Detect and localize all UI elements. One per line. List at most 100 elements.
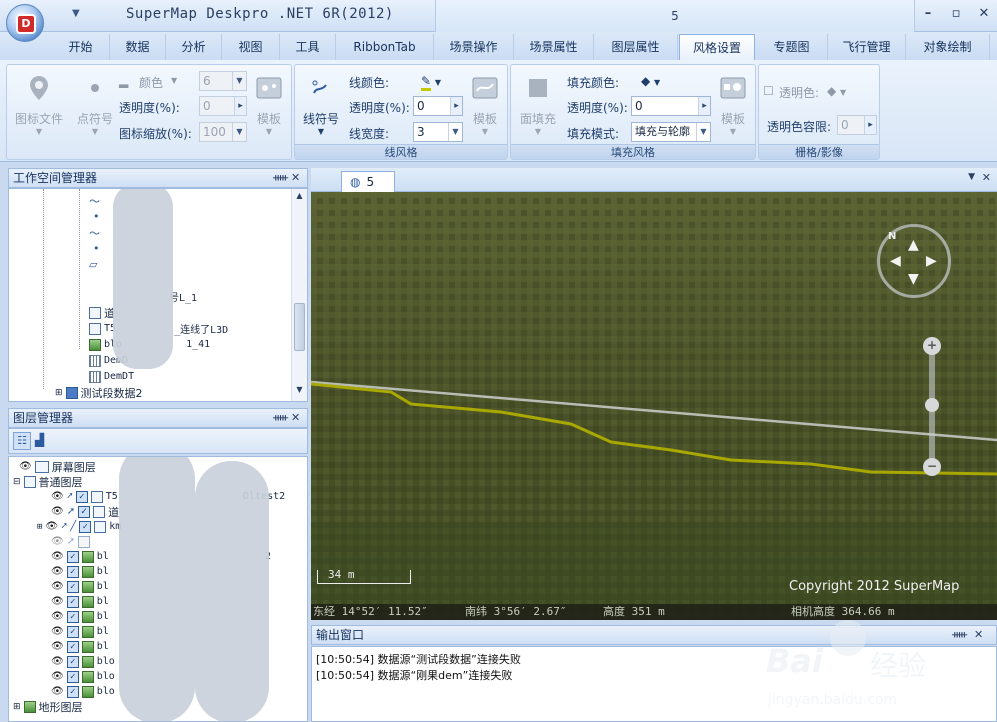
- layer-row[interactable]: 👁 ✓ bl: [51, 624, 109, 639]
- collapse-icon[interactable]: ⊟: [13, 477, 21, 487]
- layer-row[interactable]: 👁 ✓ bl: [51, 549, 109, 564]
- layer-row[interactable]: ⊞ 👁 ➚ ╱ ✓ km: [37, 519, 121, 534]
- surface-fill-button[interactable]: 面填充 ▼: [513, 69, 563, 141]
- tree-point-dataset[interactable]: •: [93, 241, 100, 256]
- layer-chart-icon[interactable]: ▟: [35, 433, 44, 447]
- color-picker-icon[interactable]: ▂: [119, 74, 128, 88]
- layer-tree-view-icon[interactable]: ☷: [13, 432, 31, 450]
- restore-button[interactable]: ▫: [949, 6, 963, 21]
- close-icon[interactable]: ✕: [291, 409, 300, 427]
- scroll-up-icon[interactable]: ▲: [292, 191, 307, 205]
- pin-icon[interactable]: ᚔ: [273, 169, 288, 187]
- layer-item-screen[interactable]: 👁 屏幕图层: [19, 459, 96, 474]
- point-symbol-button[interactable]: 点符号 ▼: [67, 69, 123, 141]
- tab-ribbontab[interactable]: RibbonTab: [336, 34, 434, 60]
- workspace-scrollbar[interactable]: ▲ ▼: [291, 189, 307, 401]
- tab-scene-ops[interactable]: 场景操作: [434, 34, 514, 60]
- tab-object-draw[interactable]: 对象绘制: [906, 34, 990, 60]
- log-line: [10:50:54] 数据源“刚果dem”连接失败: [316, 669, 513, 682]
- tab-layer-props[interactable]: 图层属性: [594, 34, 678, 60]
- template-icon: [256, 77, 282, 99]
- scene-tab[interactable]: ◍ 5: [341, 171, 395, 192]
- fill-template-button[interactable]: 模板 ▼: [711, 69, 755, 141]
- scene-viewport[interactable]: N ▲ ▼ ◀ ▶ + − 34 m Copyright 2012 SuperM…: [311, 192, 997, 620]
- layer-item-terrain[interactable]: ⊞ 地形图层: [13, 699, 83, 714]
- point-size-combo[interactable]: 6 ▼: [199, 71, 247, 91]
- tab-list-dropdown-icon[interactable]: ▼: [968, 172, 975, 182]
- scroll-down-icon[interactable]: ▼: [292, 385, 307, 399]
- icon-scale-combo[interactable]: 100 ▼: [199, 122, 247, 142]
- layer-row[interactable]: 👁 ✓ bl: [51, 609, 109, 624]
- layer-row[interactable]: 👁 ✓ bl: [51, 594, 109, 609]
- transparent-color-checkbox[interactable]: ☐: [763, 84, 774, 98]
- line-transparency-label: 透明度(%):: [349, 101, 410, 115]
- tab-flight[interactable]: 飞行管理: [828, 34, 906, 60]
- expand-icon[interactable]: ⊞: [13, 702, 21, 712]
- tab-scene-props[interactable]: 场景属性: [514, 34, 594, 60]
- tree-item-datasource[interactable]: ⊞ 测试段数据2: [55, 385, 143, 400]
- pin-icon[interactable]: ᚔ: [273, 409, 288, 427]
- tab-data[interactable]: 数据: [110, 34, 166, 60]
- layer-row[interactable]: 👁 ✓ blo: [51, 654, 115, 669]
- line-symbol-button[interactable]: 线符号 ▼: [297, 69, 345, 141]
- point-transparency-label: 透明度(%):: [119, 101, 180, 115]
- layer-row[interactable]: 👁 ✓ bl: [51, 579, 109, 594]
- tab-view[interactable]: 视图: [222, 34, 280, 60]
- zoom-out-button[interactable]: −: [923, 458, 941, 476]
- fill-mode-combo[interactable]: 填充与轮廓 ▼: [631, 122, 711, 142]
- fill-color-picker-icon[interactable]: ◆ ▼: [641, 74, 660, 88]
- zoom-slider-thumb[interactable]: [925, 398, 939, 412]
- tree-region-dataset[interactable]: ▱: [89, 257, 97, 272]
- scroll-thumb[interactable]: [294, 303, 305, 351]
- layer-row[interactable]: 👁 ✓ blo: [51, 669, 115, 684]
- close-button[interactable]: ✕: [977, 6, 991, 21]
- line-width-combo[interactable]: 3 ▼: [413, 122, 463, 142]
- layer-row[interactable]: 👁 ✓ bl: [51, 564, 109, 579]
- tab-thematic-map[interactable]: 专题图: [756, 34, 828, 60]
- pan-up-icon[interactable]: ▲: [908, 237, 919, 253]
- tab-analysis[interactable]: 分析: [166, 34, 222, 60]
- layer-panel-title: 图层管理器: [13, 411, 74, 425]
- tree-item[interactable]: 道: [89, 305, 115, 320]
- expand-icon[interactable]: ⊞: [37, 522, 42, 532]
- layer-row[interactable]: 👁 ➚ ✓ T5: [51, 489, 118, 504]
- layer-row[interactable]: 👁 ✓ bl: [51, 639, 109, 654]
- line-template-button[interactable]: 模板 ▼: [463, 69, 507, 141]
- point-template-button[interactable]: 模板 ▼: [247, 69, 291, 141]
- zoom-in-button[interactable]: +: [923, 337, 941, 355]
- tree-line-dataset[interactable]: 〜: [89, 193, 100, 208]
- close-icon[interactable]: ✕: [291, 169, 300, 187]
- visibility-eye-icon[interactable]: 👁: [19, 461, 32, 472]
- raster-group: ☐ 透明色: ◆ ▼ 透明色容限: 0 ▸ 栅格/影像: [758, 64, 880, 160]
- layer-checkbox[interactable]: ✓: [75, 490, 88, 503]
- tab-style-settings[interactable]: 风格设置: [679, 34, 755, 61]
- icon-file-button[interactable]: 图标文件 ▼: [11, 69, 67, 141]
- tree-point-dataset[interactable]: •: [93, 209, 100, 224]
- pan-down-icon[interactable]: ▼: [908, 271, 919, 287]
- pan-left-icon[interactable]: ◀: [890, 253, 901, 269]
- close-icon[interactable]: ✕: [982, 171, 991, 184]
- navigation-compass[interactable]: N ▲ ▼ ◀ ▶: [877, 224, 951, 298]
- layer-row[interactable]: 👁 ➚ ✓ 道: [51, 504, 119, 519]
- quick-access-dropdown-icon[interactable]: ▼: [72, 8, 80, 19]
- tab-tools[interactable]: 工具: [280, 34, 336, 60]
- layer-item-normal[interactable]: ⊟ 普通图层: [13, 474, 83, 489]
- application-menu-button[interactable]: D: [6, 4, 44, 42]
- expand-icon[interactable]: ⊞: [55, 388, 63, 398]
- layer-row[interactable]: 👁 ✓ blo: [51, 684, 115, 699]
- point-transparency-spinner[interactable]: 0 ▸: [199, 96, 247, 116]
- selectable-cursor-icon[interactable]: ➚: [67, 491, 73, 502]
- layer-panel-header: 图层管理器 ᚔ ✕: [8, 408, 308, 428]
- fill-transparency-spinner[interactable]: 0 ▸: [631, 96, 711, 116]
- layer-row-disabled[interactable]: 👁 ➚: [51, 534, 93, 549]
- line-transparency-spinner[interactable]: 0 ▸: [413, 96, 463, 116]
- tree-line-dataset[interactable]: 〜: [89, 225, 100, 240]
- transparent-color-picker-icon[interactable]: ◆ ▼: [827, 84, 846, 98]
- pan-right-icon[interactable]: ▶: [926, 253, 937, 269]
- minimize-button[interactable]: –: [921, 6, 935, 21]
- color-dropdown-icon[interactable]: ▼: [171, 76, 177, 85]
- tolerance-spinner[interactable]: 0 ▸: [837, 115, 877, 135]
- tab-home[interactable]: 开始: [52, 34, 110, 60]
- tree-item-demdt[interactable]: DemDT: [89, 369, 134, 384]
- line-color-picker-icon[interactable]: ✎ ▼: [421, 74, 441, 91]
